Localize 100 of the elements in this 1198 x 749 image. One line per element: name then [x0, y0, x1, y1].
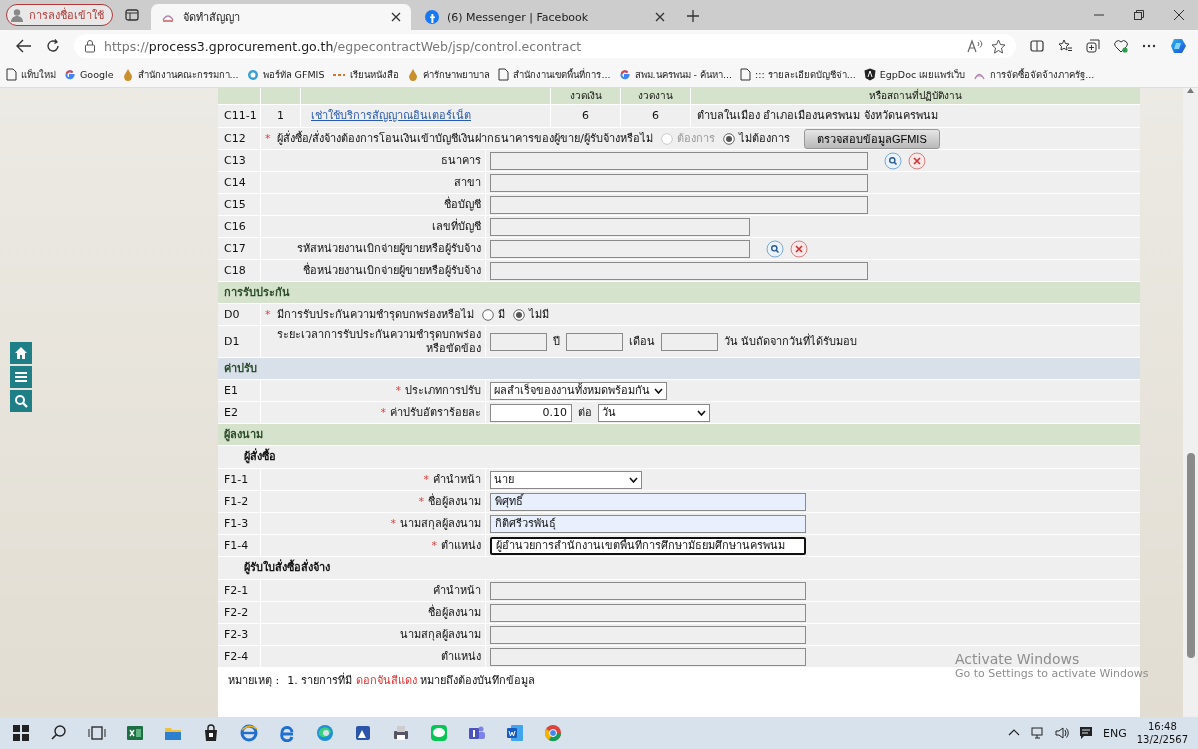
team-app-icon[interactable] — [468, 724, 486, 742]
field-label: ชื่อผู้ลงนาม — [428, 494, 481, 509]
round-logo-icon — [425, 10, 439, 24]
browser-tab[interactable]: จัดทำสัญญา — [151, 4, 411, 30]
bookmark[interactable]: Google — [64, 68, 114, 81]
row-code: C14 — [223, 174, 247, 191]
start-icon[interactable] — [12, 724, 30, 742]
notification-icon[interactable] — [1079, 726, 1093, 740]
bookmark[interactable]: พอร์ทัล GFMIS — [246, 67, 325, 82]
star-icon[interactable] — [991, 38, 1006, 54]
network-icon[interactable] — [1031, 726, 1045, 740]
close-icon[interactable] — [1174, 10, 1184, 20]
back-icon[interactable] — [16, 39, 32, 53]
radio-button[interactable] — [481, 308, 494, 321]
bookmark[interactable]: แท็บใหม่ — [6, 67, 56, 82]
text-field[interactable] — [490, 151, 868, 170]
row-code: C11-1 — [223, 108, 258, 124]
plus-icon[interactable] — [687, 10, 699, 22]
text-field[interactable] — [661, 333, 718, 351]
emblem-icon — [407, 67, 420, 82]
field-label: คำนำหน้า — [433, 472, 481, 487]
speaker-icon[interactable] — [1055, 726, 1069, 740]
text-field[interactable] — [490, 217, 750, 236]
unit-label: เดือน — [629, 335, 655, 349]
address-bar[interactable]: https://process3.gprocurement.go.th/egpecontractWeb/jsp/control.econtract — [74, 34, 1016, 58]
collections-icon[interactable] — [1086, 39, 1100, 53]
bookmark[interactable]: สำนักงานคณะกรรมกา... — [121, 67, 239, 82]
side-tool-button[interactable] — [10, 366, 32, 388]
browser-icon[interactable] — [278, 724, 296, 742]
clock[interactable]: 16:48 13/2/2567 — [1136, 720, 1188, 746]
bookmark[interactable]: สพม.นครพนม - ค้นหา... — [618, 67, 733, 82]
text-field[interactable] — [490, 195, 868, 214]
radio-button[interactable] — [722, 132, 735, 145]
spreadsheet-icon[interactable] — [126, 724, 144, 742]
scrollbar-thumb[interactable] — [1186, 453, 1195, 658]
browser-tab[interactable]: (6) Messenger | Facebook — [415, 4, 675, 30]
text-field[interactable] — [490, 603, 806, 622]
document-app-icon[interactable] — [506, 724, 524, 742]
photo-app-icon[interactable] — [354, 724, 372, 742]
bookmark-label: ::: รายละเอียดบัญชีจ่า... — [755, 68, 856, 82]
split-screen-icon[interactable] — [1030, 39, 1044, 53]
bookmark[interactable]: EgpDoc เผยแพร่เว็บ — [863, 67, 966, 82]
read-aloud-icon[interactable] — [967, 39, 983, 53]
item-link[interactable]: เช่าใช้บริการสัญญาณอินเตอร์เน็ต — [300, 105, 550, 127]
close-icon[interactable] — [655, 12, 665, 22]
text-field[interactable] — [490, 625, 806, 644]
subsection-title: ผู้สั่งซื้อ — [218, 446, 1140, 469]
text-field[interactable] — [566, 333, 623, 351]
text-field[interactable]: กิติศรีวรพันธุ์ — [490, 514, 806, 533]
side-tool-button[interactable] — [10, 342, 32, 364]
text-field[interactable]: 0.10 — [490, 403, 572, 422]
swirl-browser-icon[interactable] — [316, 724, 334, 742]
multicolor-g-icon — [618, 68, 631, 81]
bookmark-label: สำนักงานคณะกรรมกา... — [137, 68, 239, 82]
clear-icon[interactable] — [790, 239, 808, 258]
text-field[interactable] — [490, 581, 806, 600]
printer-app-icon[interactable] — [392, 724, 410, 742]
scrollbar[interactable] — [1183, 88, 1198, 717]
search-icon[interactable] — [766, 239, 784, 258]
unit-label: วัน นับถัดจากวันที่ได้รับมอบ — [724, 335, 858, 349]
text-field[interactable] — [490, 647, 806, 666]
round-browser-icon[interactable] — [544, 724, 562, 742]
text-field[interactable] — [490, 173, 868, 192]
required-marker: * — [395, 383, 401, 398]
search-icon[interactable] — [884, 151, 902, 170]
required-marker: * — [380, 405, 386, 420]
text-field[interactable] — [490, 333, 547, 351]
dropdown[interactable]: วัน — [598, 403, 710, 422]
assistant-logo-icon[interactable] — [1170, 37, 1188, 55]
field-label: ตำแหน่ง — [441, 538, 481, 553]
text-field[interactable] — [490, 239, 750, 258]
side-tool-button[interactable] — [10, 390, 32, 412]
text-field[interactable] — [490, 261, 868, 280]
required-marker: * — [265, 307, 271, 322]
close-icon[interactable] — [391, 12, 401, 22]
text-field[interactable]: พิศุทธิ์ — [490, 492, 806, 511]
section-header: การรับประกัน — [218, 282, 1140, 304]
workspaces-icon[interactable] — [125, 8, 139, 22]
favorites-icon[interactable] — [1058, 39, 1072, 53]
text-field[interactable]: ผู้อำนวยการสำนักงานเขตพื้นที่การศึกษามัธยมศึกษานครพนม — [490, 536, 806, 555]
bookmark[interactable]: ค่ารักษาพยาบาล — [407, 67, 491, 82]
bookmark[interactable]: ::: รายละเอียดบัญชีจ่า... — [740, 67, 856, 82]
required-marker: * — [390, 516, 396, 531]
refresh-icon[interactable] — [46, 39, 60, 53]
clear-icon[interactable] — [908, 151, 926, 170]
shopping-bag-icon[interactable] — [202, 724, 220, 742]
heart-pulse-icon[interactable] — [1114, 39, 1128, 53]
bookmark[interactable]: เรียนหนังสือ — [332, 67, 400, 82]
check-button[interactable]: ตรวจสอบข้อมูลGFMIS — [803, 128, 940, 149]
search-icon[interactable] — [50, 724, 68, 742]
radio-button[interactable] — [512, 308, 525, 321]
row-code: F2-2 — [223, 604, 250, 621]
language-indicator[interactable]: ENG — [1103, 726, 1127, 740]
browser-icon[interactable] — [240, 724, 258, 742]
task-view-icon[interactable] — [88, 724, 106, 742]
dropdown[interactable]: ผลสำเร็จของงานทั้งหมดพร้อมกัน — [490, 381, 667, 400]
field-label: ธนาคาร — [441, 153, 481, 168]
profile-button[interactable]: การลงชื่อเข้าใช้ — [6, 4, 113, 26]
restore-icon[interactable] — [1134, 10, 1144, 20]
dropdown[interactable]: นาย — [490, 470, 642, 489]
